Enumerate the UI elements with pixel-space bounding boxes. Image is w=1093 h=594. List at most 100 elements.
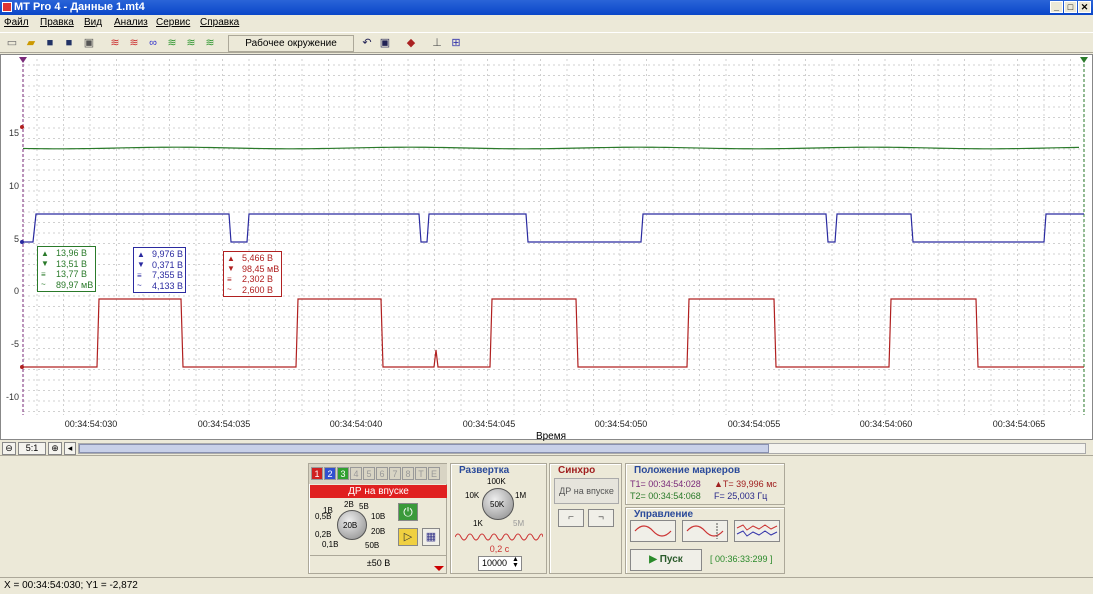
- markers-title: Положение маркеров: [634, 465, 741, 476]
- points-spinner-icon[interactable]: ▲ ▼: [512, 556, 519, 569]
- measure-avg: 7,355 В: [152, 270, 184, 280]
- redo-icon[interactable]: ▣: [378, 36, 392, 50]
- sweep-knob-value: 50K: [490, 500, 505, 509]
- close-button[interactable]: ✕: [1078, 1, 1091, 13]
- marker-t1-handle: [19, 57, 27, 63]
- zoom-out-icon[interactable]: ⊖: [2, 442, 16, 455]
- scroll-thumb[interactable]: [79, 444, 769, 453]
- measure-max: 5,466 В: [242, 253, 274, 263]
- start-button[interactable]: ▶ Пуск: [630, 549, 702, 571]
- y-tick: 15: [8, 128, 19, 138]
- channel-tab-t[interactable]: Т: [415, 467, 427, 480]
- wave2-icon[interactable]: ≋: [127, 36, 141, 50]
- menu-file[interactable]: Файл: [4, 17, 29, 28]
- calculator-icon[interactable]: ▦: [422, 528, 440, 546]
- zoom-ratio[interactable]: 5:1: [18, 442, 46, 455]
- marker-freq: F= 25,003 Гц: [714, 491, 768, 501]
- sweep-label: 1K: [473, 519, 483, 528]
- wave3-icon[interactable]: ∞: [146, 36, 160, 50]
- x-tick: 00:34:54:055: [727, 419, 781, 429]
- sweep-title: Развертка: [459, 465, 510, 476]
- markers-panel: Положение маркеров T1= 00:34:54:028 T2= …: [625, 463, 785, 505]
- x-tick: 00:34:54:035: [197, 419, 251, 429]
- channel-tab-4[interactable]: 4: [350, 467, 362, 480]
- range-label: 0,2В: [315, 530, 332, 539]
- wave5-icon[interactable]: ≋: [184, 36, 198, 50]
- max-arrow-icon: ▲: [227, 254, 235, 263]
- measure-min: 0,371 В: [152, 259, 184, 270]
- open-icon[interactable]: ▰: [24, 36, 38, 50]
- menu-bar: Файл Правка Вид Анализ Сервис Справка: [0, 15, 1093, 31]
- menu-service[interactable]: Сервис: [156, 17, 190, 28]
- menu-analysis[interactable]: Анализ: [114, 17, 148, 28]
- sync-falling-icon[interactable]: ¬: [588, 509, 614, 527]
- status-bar: X = 00:34:54:030; Y1 = -2,872: [0, 577, 1093, 594]
- channel-tab-6[interactable]: 6: [376, 467, 388, 480]
- amplifier-icon[interactable]: ▷: [398, 528, 418, 546]
- ripple-icon: ~: [137, 281, 142, 290]
- cursor-coords: X = 00:34:54:030; Y1 = -2,872: [4, 580, 138, 591]
- channel-tab-8[interactable]: 8: [402, 467, 414, 480]
- start-label: Пуск: [659, 554, 683, 565]
- channel-tab-1[interactable]: 1: [311, 467, 323, 480]
- wave4-icon[interactable]: ≋: [165, 36, 179, 50]
- menu-view[interactable]: Вид: [84, 17, 102, 28]
- range-label: 0,5В: [315, 512, 332, 521]
- measure-icon[interactable]: ⊥: [430, 36, 444, 50]
- sweep-wave-icon: [455, 533, 543, 541]
- sweep-time: 0,2 с: [489, 544, 510, 554]
- save-icon[interactable]: ■: [43, 36, 57, 50]
- single-sine-icon[interactable]: [630, 520, 676, 542]
- power-icon[interactable]: ⏻: [398, 503, 418, 521]
- x-tick: 00:34:54:045: [462, 419, 516, 429]
- channel-tab-2[interactable]: 2: [324, 467, 336, 480]
- channel-expand-icon[interactable]: [434, 566, 444, 571]
- channel-tab-3[interactable]: 3: [337, 467, 349, 480]
- x-tick: 00:34:54:040: [329, 419, 383, 429]
- menu-help[interactable]: Справка: [200, 17, 239, 28]
- app-icon: [2, 2, 12, 12]
- wave6-icon[interactable]: ≋: [203, 36, 217, 50]
- save-as-icon[interactable]: ■: [62, 36, 76, 50]
- avg-icon: ≡: [227, 275, 232, 284]
- title-bar: MT Pro 4 - Данные 1.mt4 _ □ ✕: [0, 0, 1093, 15]
- channel-tab-7[interactable]: 7: [389, 467, 401, 480]
- marker-t1: T1= 00:34:54:028: [630, 479, 701, 489]
- probe-icon[interactable]: ◆: [404, 36, 418, 50]
- normal-sine-icon[interactable]: [682, 520, 728, 542]
- avg-icon: ≡: [137, 271, 142, 280]
- range-label: 20В: [371, 527, 386, 536]
- menu-edit[interactable]: Правка: [40, 17, 74, 28]
- x-tick: 00:34:54:050: [594, 419, 648, 429]
- new-icon[interactable]: ▭: [5, 36, 19, 50]
- multi-wave-icon[interactable]: [734, 520, 780, 542]
- channel-blue-ref: [20, 240, 24, 244]
- workspace-dropdown[interactable]: Рабочее окружение: [228, 35, 354, 52]
- minimize-button[interactable]: _: [1050, 1, 1063, 13]
- wave1-icon[interactable]: ≋: [108, 36, 122, 50]
- range-label: 10В: [371, 512, 386, 521]
- oscilloscope-plot[interactable]: 15 10 5 0 -5 -10 00:34:54:030 00:34:54:0…: [0, 54, 1093, 442]
- measure-ripple: 89,97 мВ: [56, 279, 94, 290]
- measure-min: 98,45 мВ: [242, 263, 280, 274]
- sync-rising-icon[interactable]: ⌐: [558, 509, 584, 527]
- y-tick: 5: [13, 234, 19, 244]
- control-panel: Управление ▶ Пуск [ 00:36:33:299 ]: [625, 507, 785, 574]
- measure-ripple: 4,133 В: [152, 280, 184, 291]
- trace-red: [23, 298, 1084, 368]
- max-arrow-icon: ▲: [41, 249, 49, 258]
- zoom-in-icon[interactable]: ⊕: [48, 442, 62, 455]
- export-icon[interactable]: ▣: [82, 36, 96, 50]
- undo-icon[interactable]: ↶: [360, 36, 374, 50]
- channel-tab-5[interactable]: 5: [363, 467, 375, 480]
- measure-box-green[interactable]: ▲ 13,96 В ▼ 13,51 В ≡ 13,77 В ~ 89,97 мВ: [37, 246, 97, 292]
- range-value[interactable]: ±50 В: [310, 555, 447, 572]
- grid-icon[interactable]: ⊞: [449, 36, 463, 50]
- measure-box-red[interactable]: ▲ 5,466 В ▼ 98,45 мВ ≡ 2,302 В ~ 2,600 В: [223, 251, 283, 297]
- sync-source-button[interactable]: ДР на впуске: [554, 478, 619, 504]
- scroll-left-icon[interactable]: ◂: [64, 442, 76, 455]
- maximize-button[interactable]: □: [1064, 1, 1077, 13]
- measure-box-blue[interactable]: ▲ 9,976 В ▼ 0,371 В ≡ 7,355 В ~ 4,133 В: [133, 247, 187, 293]
- channel-tab-e[interactable]: Е: [428, 467, 440, 480]
- horizontal-scrollbar[interactable]: [78, 443, 1086, 454]
